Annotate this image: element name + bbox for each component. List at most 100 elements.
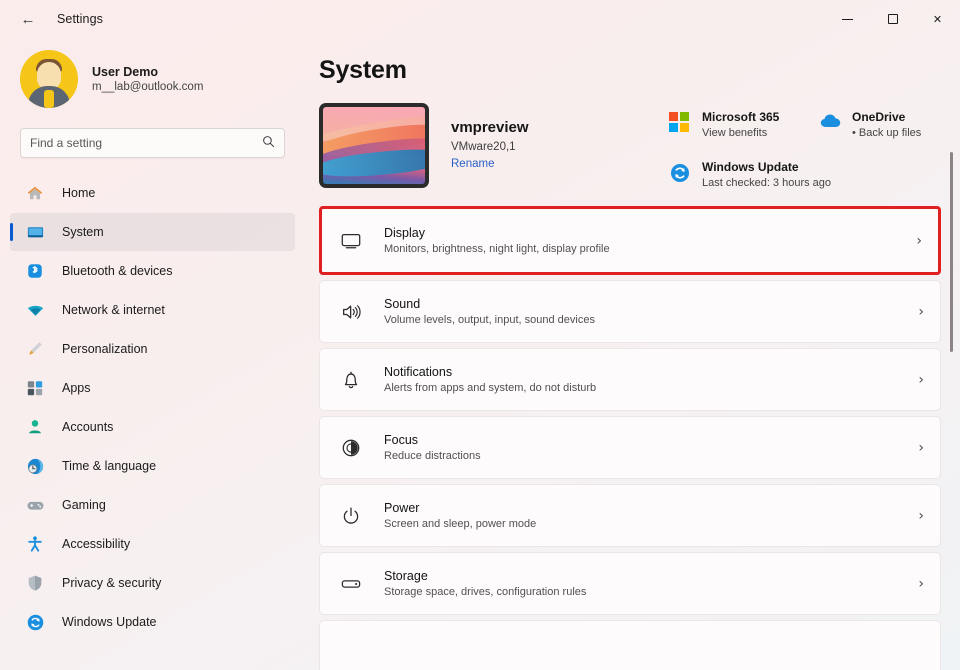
sidebar-item-label: Personalization bbox=[62, 342, 148, 356]
row-title: Power bbox=[384, 501, 420, 515]
accessibility-person-icon bbox=[24, 534, 46, 554]
storage-drive-icon bbox=[338, 571, 364, 597]
sidebar-item-label: Accounts bbox=[62, 420, 114, 434]
quicklink-windows-update[interactable]: Windows Update Last checked: 3 hours ago bbox=[665, 158, 835, 191]
sidebar-item-label: Network & internet bbox=[62, 303, 165, 317]
chevron-right-icon: › bbox=[918, 507, 924, 524]
sidebar-item-system[interactable]: System bbox=[10, 213, 295, 251]
sidebar-item-accessibility[interactable]: Accessibility bbox=[10, 525, 295, 563]
onedrive-cloud-icon bbox=[819, 112, 843, 136]
chevron-right-icon: › bbox=[918, 303, 924, 320]
quicklink-microsoft-365[interactable]: Microsoft 365 View benefits bbox=[665, 108, 815, 141]
window-controls: ✕ bbox=[825, 0, 960, 38]
quicklink-subtitle-wrap: • Back up files bbox=[852, 127, 921, 139]
quicklink-title: Microsoft 365 bbox=[702, 110, 780, 124]
bullet-dot: • bbox=[852, 127, 856, 139]
window-title: Settings bbox=[57, 12, 103, 26]
account-block[interactable]: User Demo m__lab@outlook.com bbox=[20, 50, 295, 108]
chevron-right-icon: › bbox=[918, 439, 924, 456]
row-title: Storage bbox=[384, 569, 428, 583]
row-subtitle: Storage space, drives, configuration rul… bbox=[384, 586, 587, 598]
back-arrow-icon: ← bbox=[20, 10, 36, 28]
scrollbar-thumb[interactable] bbox=[950, 152, 953, 352]
quick-links: Microsoft 365 View benefits OneDrive • B… bbox=[665, 108, 955, 191]
clock-globe-icon bbox=[24, 456, 46, 476]
apps-grid-icon bbox=[24, 378, 46, 398]
sidebar-item-label: Time & language bbox=[62, 459, 157, 473]
content-scrollbar[interactable] bbox=[947, 100, 957, 660]
settings-window: ← Settings ✕ User Demo m__lab@outlook.co… bbox=[0, 0, 960, 670]
device-model: VMware20,1 bbox=[451, 141, 516, 153]
sidebar-item-apps[interactable]: Apps bbox=[10, 369, 295, 407]
shield-icon bbox=[24, 573, 46, 593]
minimize-button[interactable] bbox=[825, 0, 870, 38]
row-subtitle: Alerts from apps and system, do not dist… bbox=[384, 382, 597, 394]
gamepad-icon bbox=[24, 495, 46, 515]
sidebar-nav: Home System Bluetooth & devices Network … bbox=[10, 174, 295, 641]
settings-row-partial[interactable] bbox=[319, 620, 941, 670]
search-icon bbox=[262, 135, 275, 151]
row-subtitle: Reduce distractions bbox=[384, 450, 481, 462]
row-subtitle: Screen and sleep, power mode bbox=[384, 518, 537, 530]
device-wallpaper-thumbnail bbox=[319, 103, 429, 188]
settings-row-power[interactable]: Power Screen and sleep, power mode › bbox=[319, 484, 941, 547]
row-subtitle: Monitors, brightness, night light, displ… bbox=[384, 243, 610, 255]
main-content: System vmpreview VMware20,1 Rename Micro… bbox=[305, 38, 960, 670]
update-refresh-icon bbox=[24, 612, 46, 632]
search-box[interactable] bbox=[20, 128, 285, 158]
sidebar-item-label: Accessibility bbox=[62, 537, 131, 551]
sidebar-item-label: Bluetooth & devices bbox=[62, 264, 173, 278]
row-title: Notifications bbox=[384, 365, 453, 379]
row-title: Sound bbox=[384, 297, 421, 311]
monitor-icon bbox=[338, 228, 364, 254]
settings-row-sound[interactable]: Sound Volume levels, output, input, soun… bbox=[319, 280, 941, 343]
bluetooth-icon bbox=[24, 261, 46, 281]
sidebar-item-label: Privacy & security bbox=[62, 576, 162, 590]
sidebar-item-time-language[interactable]: Time & language bbox=[10, 447, 295, 485]
wifi-icon bbox=[24, 300, 46, 320]
update-refresh-icon bbox=[669, 162, 693, 186]
close-icon: ✕ bbox=[932, 12, 943, 26]
sidebar-item-privacy-security[interactable]: Privacy & security bbox=[10, 564, 295, 602]
settings-row-storage[interactable]: Storage Storage space, drives, configura… bbox=[319, 552, 941, 615]
sidebar-item-label: Windows Update bbox=[62, 615, 157, 629]
quicklink-subtitle: Last checked: 3 hours ago bbox=[702, 177, 832, 189]
person-icon bbox=[24, 417, 46, 437]
speaker-icon bbox=[338, 299, 364, 325]
minimize-icon bbox=[842, 18, 853, 20]
maximize-button[interactable] bbox=[870, 0, 915, 38]
quicklink-subtitle: Back up files bbox=[858, 127, 922, 139]
row-title: Focus bbox=[384, 433, 419, 447]
sidebar-item-label: System bbox=[62, 225, 104, 239]
settings-row-focus[interactable]: Focus Reduce distractions › bbox=[319, 416, 941, 479]
search-input[interactable] bbox=[30, 136, 262, 150]
device-name: vmpreview bbox=[451, 119, 529, 136]
quicklink-title: Windows Update bbox=[702, 160, 799, 174]
sidebar-item-windows-update[interactable]: Windows Update bbox=[10, 603, 295, 641]
page-title: System bbox=[319, 56, 407, 84]
quicklink-onedrive[interactable]: OneDrive • Back up files bbox=[815, 108, 925, 141]
power-icon bbox=[338, 503, 364, 529]
sidebar-item-gaming[interactable]: Gaming bbox=[10, 486, 295, 524]
close-button[interactable]: ✕ bbox=[915, 0, 960, 38]
user-avatar bbox=[20, 50, 78, 108]
settings-row-notifications[interactable]: Notifications Alerts from apps and syste… bbox=[319, 348, 941, 411]
sidebar-item-network-internet[interactable]: Network & internet bbox=[10, 291, 295, 329]
sidebar-item-bluetooth-devices[interactable]: Bluetooth & devices bbox=[10, 252, 295, 290]
sidebar-item-accounts[interactable]: Accounts bbox=[10, 408, 295, 446]
rename-link[interactable]: Rename bbox=[451, 158, 494, 170]
focus-moon-icon bbox=[338, 435, 364, 461]
sidebar-item-home[interactable]: Home bbox=[10, 174, 295, 212]
sidebar-item-label: Gaming bbox=[62, 498, 106, 512]
microsoft-logo-icon bbox=[669, 112, 693, 136]
bell-icon bbox=[338, 367, 364, 393]
chevron-right-icon: › bbox=[916, 232, 922, 249]
settings-row-display[interactable]: Display Monitors, brightness, night ligh… bbox=[319, 206, 941, 275]
home-icon bbox=[24, 183, 46, 203]
quicklink-subtitle: View benefits bbox=[702, 127, 768, 139]
back-button[interactable]: ← bbox=[12, 4, 44, 34]
sidebar-item-personalization[interactable]: Personalization bbox=[10, 330, 295, 368]
quicklink-title: OneDrive bbox=[852, 110, 906, 124]
settings-list: Display Monitors, brightness, night ligh… bbox=[319, 206, 941, 670]
account-name: User Demo bbox=[92, 65, 158, 79]
